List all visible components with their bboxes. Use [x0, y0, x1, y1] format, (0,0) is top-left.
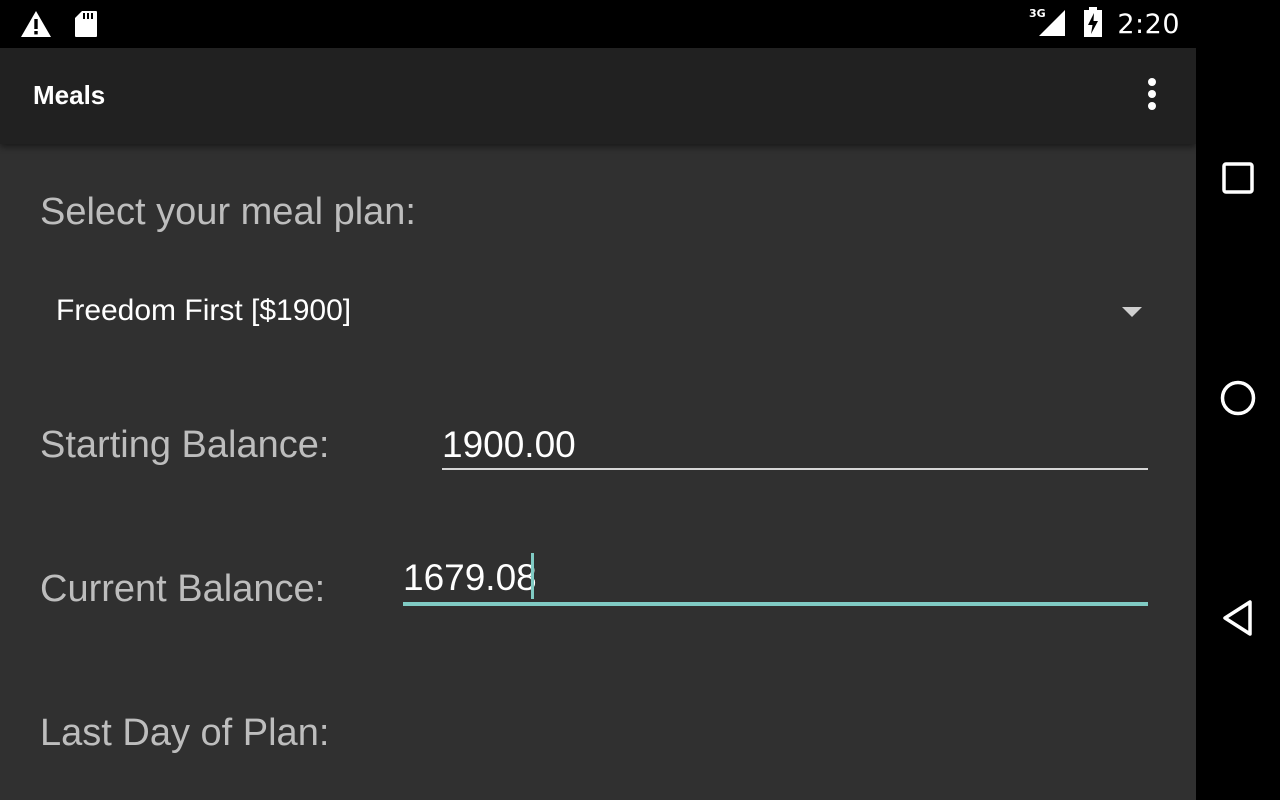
- starting-balance-field[interactable]: [442, 417, 1148, 477]
- back-icon: [1222, 600, 1254, 640]
- toolbar-title: Meals: [33, 80, 106, 110]
- signal-icon: 3G: [1029, 6, 1069, 42]
- network-type-label: 3G: [1029, 7, 1046, 20]
- starting-balance-label: Starting Balance:: [40, 424, 330, 466]
- current-balance-underline: [403, 602, 1148, 606]
- last-day-label: Last Day of Plan:: [40, 712, 330, 754]
- sd-card-icon: [74, 10, 98, 42]
- battery-charging-icon: [1083, 6, 1103, 42]
- current-balance-label: Current Balance:: [40, 568, 326, 610]
- current-balance-field[interactable]: [403, 550, 1148, 610]
- dropdown-arrow-icon: [1122, 307, 1142, 317]
- warning-icon: [20, 10, 52, 42]
- navigation-bar: [1196, 0, 1280, 800]
- system-icons: 3G 2:20: [1029, 6, 1180, 42]
- meal-plan-spinner[interactable]: Freedom First [$1900]: [40, 274, 1156, 350]
- meals-screen: Meals Select your meal plan: Freedom Fir…: [0, 48, 1196, 800]
- meal-plan-label: Select your meal plan:: [40, 191, 416, 233]
- text-cursor: [531, 553, 534, 599]
- notification-icons: [20, 10, 98, 42]
- more-vert-icon: [1146, 77, 1158, 115]
- recents-button[interactable]: [1218, 160, 1258, 200]
- home-icon: [1220, 380, 1256, 420]
- starting-balance-input[interactable]: [442, 417, 1148, 473]
- recents-icon: [1222, 162, 1254, 198]
- back-button[interactable]: [1218, 600, 1258, 640]
- current-balance-input[interactable]: [403, 550, 1148, 606]
- overflow-menu-button[interactable]: [1132, 74, 1172, 118]
- clock: 2:20: [1117, 8, 1180, 40]
- starting-balance-underline: [442, 468, 1148, 470]
- status-bar: 3G 2:20: [0, 0, 1196, 48]
- meal-plan-selected-value: Freedom First [$1900]: [56, 294, 352, 327]
- home-button[interactable]: [1218, 380, 1258, 420]
- app-toolbar: Meals: [0, 48, 1196, 144]
